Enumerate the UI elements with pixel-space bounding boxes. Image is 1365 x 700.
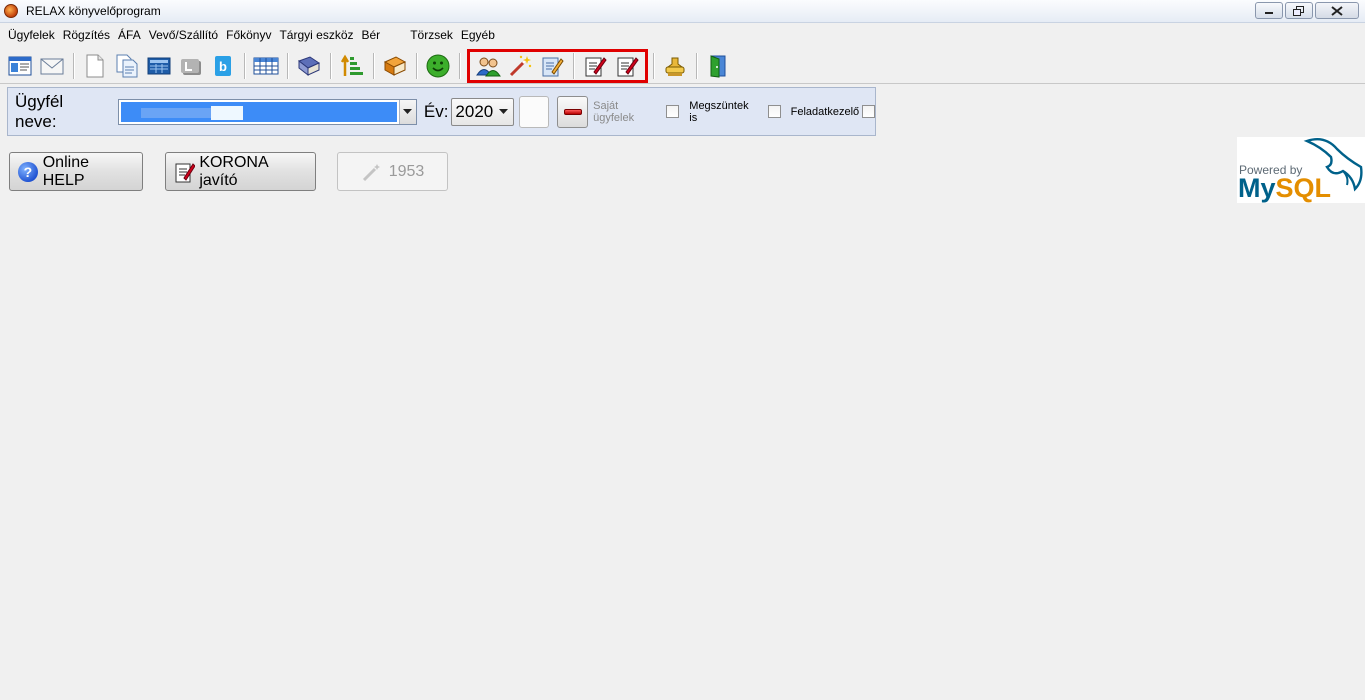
task-manager-label: Feladatkezelő (790, 105, 860, 118)
toolbar-documents-button[interactable] (113, 52, 141, 80)
title-bar: RELAX könyvelőprogram (0, 0, 1365, 23)
menu-egyeb[interactable]: Egyéb (457, 25, 499, 45)
envelope-icon (40, 58, 64, 74)
grid-table-icon (253, 57, 279, 74)
menu-ugyfelek[interactable]: Ügyfelek (4, 25, 59, 45)
pencil-document-icon (175, 162, 196, 182)
chevron-down-icon (403, 108, 413, 114)
pencil-document-icon (585, 56, 607, 76)
app-icon (4, 4, 18, 18)
count-button[interactable]: 1953 (337, 152, 448, 191)
spreadsheet-blue-icon (147, 57, 171, 74)
mysql-logo: Powered by MySQL (1237, 137, 1365, 203)
korona-fix-button[interactable]: KORONA javító (165, 152, 316, 191)
pages-icon (116, 54, 138, 77)
toolbar-ledger-button[interactable] (295, 52, 323, 80)
chevron-down-icon (498, 108, 508, 114)
restore-button[interactable] (1285, 2, 1313, 19)
question-icon: ? (18, 161, 38, 182)
korona-fix-label: KORONA javító (199, 153, 268, 189)
toolbar-users-button[interactable] (474, 52, 502, 80)
toolbar-wizard-button[interactable] (506, 52, 534, 80)
client-dropdown-arrow[interactable] (398, 99, 416, 124)
menu-fokonyv[interactable]: Főkönyv (222, 25, 275, 45)
l-form-icon (181, 58, 201, 75)
pencil-document-icon (617, 56, 639, 76)
toolbar-new-document-button[interactable] (81, 52, 109, 80)
close-button[interactable] (1315, 2, 1359, 19)
client-filter-panel: Ügyfél neve: Év: 2020 Saját ügyfelek Meg… (7, 87, 876, 136)
client-name-label: Ügyfél neve: (15, 91, 64, 131)
menu-targyi-eszkoz[interactable]: Tárgyi eszköz (275, 25, 357, 45)
magic-wand-icon (509, 55, 532, 76)
toolbar-mail-button[interactable] (38, 52, 66, 80)
blank-button[interactable] (518, 95, 550, 128)
terminated-label: Megszüntek is (689, 99, 749, 124)
smiley-icon (426, 54, 450, 77)
menu-bar: Ügyfelek Rögzítés ÁFA Vevő/Szállító Főkö… (0, 24, 1365, 46)
client-card-icon (8, 56, 32, 75)
restore-icon (1293, 5, 1304, 16)
exit-door-icon (710, 54, 726, 78)
toolbar-calculator-button[interactable] (145, 52, 173, 80)
sort-ascending-icon (340, 54, 363, 76)
terminated-checkbox[interactable] (767, 105, 781, 118)
toolbar-table-button[interactable] (252, 52, 280, 80)
stamp-icon (665, 57, 685, 76)
toolbar-exit-button[interactable] (704, 52, 732, 80)
blank-page-icon (86, 54, 104, 77)
users-icon (476, 57, 501, 76)
highlighted-toolbar-group (467, 48, 648, 83)
svg-text:b: b (219, 59, 227, 74)
client-name-value (121, 101, 397, 122)
toolbar-stamp-button[interactable] (661, 52, 689, 80)
client-name-select[interactable] (118, 98, 417, 125)
toolbar-correction-button-1[interactable] (581, 52, 609, 80)
toolbar-correction-button-2[interactable] (613, 52, 641, 80)
mysql-wordmark: MySQL (1238, 173, 1332, 203)
book-orange-icon (383, 55, 407, 76)
toolbar: b (0, 48, 1365, 84)
online-help-label: Online HELP (42, 153, 89, 189)
year-select[interactable]: 2020 (451, 97, 514, 126)
minus-icon (563, 108, 582, 115)
toolbar-sort-button[interactable] (338, 52, 366, 80)
window-controls (1255, 2, 1359, 19)
minimize-icon (1265, 11, 1273, 14)
edit-document-icon (542, 57, 564, 76)
toolbar-smiley-button[interactable] (424, 52, 452, 80)
remove-button[interactable] (557, 95, 589, 128)
menu-rogzites[interactable]: Rögzítés (59, 25, 114, 45)
book-blue-icon (297, 55, 321, 76)
toolbar-edit-button[interactable] (538, 52, 566, 80)
year-value: 2020 (455, 101, 494, 121)
count-label: 1953 (388, 162, 425, 180)
menu-afa[interactable]: ÁFA (114, 25, 145, 45)
toolbar-l-button[interactable] (177, 52, 205, 80)
toolbar-b-button[interactable]: b (209, 52, 237, 80)
close-icon (1331, 5, 1343, 16)
toolbar-clients-button[interactable] (6, 52, 34, 80)
menu-ber[interactable]: Bér (358, 25, 385, 45)
wand-disabled-icon (362, 163, 380, 181)
minimize-button[interactable] (1255, 2, 1283, 19)
own-clients-checkbox[interactable] (666, 105, 680, 118)
menu-torzsek[interactable]: Törzsek (406, 25, 457, 45)
task-manager-checkbox[interactable] (862, 105, 876, 118)
own-clients-label: Saját ügyfelek (593, 99, 635, 124)
year-label: Év: (423, 101, 449, 121)
window-title: RELAX könyvelőprogram (26, 4, 161, 18)
b-form-icon: b (215, 55, 231, 76)
menu-vevo-szallito[interactable]: Vevő/Szállító (145, 25, 222, 45)
online-help-button[interactable]: ? Online HELP (9, 152, 143, 191)
toolbar-book-button[interactable] (381, 52, 409, 80)
